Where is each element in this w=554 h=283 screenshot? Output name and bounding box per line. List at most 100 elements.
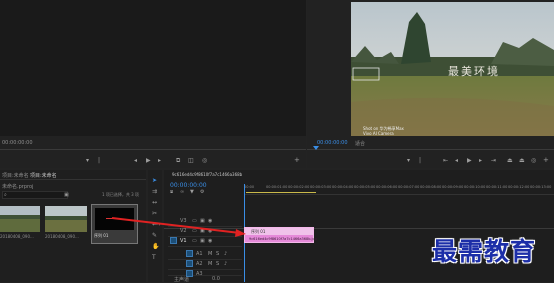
master-track: 主声道 0.0 <box>168 275 242 283</box>
linked-selection-icon[interactable]: ∞ <box>180 189 184 195</box>
mute-icon[interactable]: M <box>208 261 212 267</box>
mark-in-icon[interactable]: ▾ <box>86 158 89 164</box>
sequence-thumbnail[interactable]: 序列 01 <box>91 204 138 244</box>
ruler-tick: 00:00:01:00 <box>266 185 288 189</box>
lock-icon[interactable]: ▭ <box>192 228 197 234</box>
time-ruler[interactable]: 00:00 00:00:01:00 00:00:02:00 00:00:03:0… <box>244 184 554 195</box>
step-back-icon[interactable]: ◂ <box>455 158 458 164</box>
program-playhead[interactable] <box>313 146 319 150</box>
export-frame-icon[interactable]: ◎ <box>202 158 207 164</box>
play-icon[interactable]: ▶ <box>146 158 151 164</box>
timeline-clip[interactable]: 序列 01 9c616ed4c9f8610f7a7c1466a368b.jpg <box>244 227 317 243</box>
selection-tool-icon[interactable]: ➤ <box>152 178 157 184</box>
new-bin-icon[interactable]: ▣ <box>64 192 69 198</box>
add-button-icon[interactable]: + <box>543 157 549 164</box>
tools-panel: ➤ ⇉ ↔ ✂ ⟷ ✎ ✋ T <box>148 170 162 282</box>
track-label-a1: A1 <box>196 251 203 257</box>
ruler-tick: 00:00:05:00 <box>354 185 376 189</box>
project-panel: 项目:未命名 项目:未命名 未命名.prproj ⌕ 1 项已选择，共 3 项 … <box>0 170 146 282</box>
hand-tool-icon[interactable]: ✋ <box>152 244 159 250</box>
go-to-out-icon[interactable]: ⇥ <box>491 158 496 164</box>
brand-watermark: 最需教育 <box>432 237 537 266</box>
selection-info: 1 项已选择，共 3 项 <box>102 192 139 197</box>
eye-icon[interactable]: ◉ <box>208 228 212 234</box>
track-select-icon[interactable]: ⇉ <box>152 189 157 195</box>
program-monitor: 最美环境 Shot on 华为畅享Max Vivo AI Camera 00:0… <box>307 0 554 168</box>
clip-title-bar: 序列 01 <box>245 228 313 235</box>
wrench-icon[interactable]: ⚙ <box>200 189 204 195</box>
add-marker-icon[interactable]: ▼ <box>190 189 194 195</box>
ruler-tick: 00:00:02:00 <box>288 185 310 189</box>
solo-icon[interactable]: S <box>216 261 219 267</box>
lift-icon[interactable]: ⏏ <box>507 158 513 164</box>
clip-title: 序列 01 <box>251 229 266 234</box>
track-label-v2: V2 <box>180 228 187 234</box>
ruler-tick: 00:00:08:00 <box>420 185 442 189</box>
ruler-tick: 00:00:06:00 <box>376 185 398 189</box>
source-transport-controls: ▾ | ◂ ▶ ▸ ⧉ ◫ ◎ + <box>80 157 300 166</box>
ruler-tick: 00:00:12:00 <box>508 185 530 189</box>
ruler-tick: 00:00:13:00 <box>530 185 552 189</box>
pen-tool-icon[interactable]: ✎ <box>152 233 157 239</box>
sync-icon[interactable]: ▣ <box>200 238 205 244</box>
source-timeline-bar[interactable] <box>0 149 306 150</box>
export-frame-icon[interactable]: ◎ <box>531 158 536 164</box>
clip-name-3: 序列 01 <box>94 233 109 238</box>
ripple-edit-icon[interactable]: ↔ <box>152 200 157 206</box>
mark-out-icon[interactable]: | <box>419 158 421 164</box>
insert-icon[interactable]: ⧉ <box>176 158 180 164</box>
slip-tool-icon[interactable]: ⟷ <box>152 222 161 228</box>
track-target-a1[interactable] <box>186 250 193 257</box>
clip-thumbnail-2[interactable] <box>45 206 87 232</box>
overwrite-icon[interactable]: ◫ <box>188 158 194 164</box>
fit-dropdown[interactable]: 适合 <box>355 140 365 147</box>
project-search-input[interactable]: ⌕ <box>2 191 68 199</box>
track-target-a2[interactable] <box>186 260 193 267</box>
mark-out-icon[interactable]: | <box>98 158 100 164</box>
lock-icon[interactable]: ▭ <box>192 218 197 224</box>
razor-tool-icon[interactable]: ✂ <box>152 211 157 217</box>
mic-icon[interactable]: ♪ <box>224 251 227 257</box>
source-patch-v1[interactable] <box>170 237 177 244</box>
extract-icon[interactable]: ⏏ <box>519 158 525 164</box>
video-track-v1: V1 ▭ ▣ ◉ <box>168 236 242 247</box>
ruler-tick: 00:00:10:00 <box>464 185 486 189</box>
step-forward-icon[interactable]: ▸ <box>479 158 482 164</box>
play-icon[interactable]: ▶ <box>467 158 472 164</box>
type-tool-icon[interactable]: T <box>152 255 156 261</box>
step-back-icon[interactable]: ◂ <box>134 158 137 164</box>
program-timecode: 00:00:00:00 <box>317 140 348 146</box>
track-label-a2: A2 <box>196 261 203 267</box>
timeline-timecode: 00:00:00:00 <box>170 182 207 189</box>
camera-watermark: Shot on 华为畅享Max Vivo AI Camera <box>363 126 404 136</box>
mic-icon[interactable]: ♪ <box>224 261 227 267</box>
source-monitor: 00:00:00:00 ▾ | ◂ ▶ ▸ ⧉ ◫ ◎ + <box>0 0 306 168</box>
source-monitor-viewer <box>0 0 306 136</box>
work-area-bar[interactable] <box>246 192 316 193</box>
step-forward-icon[interactable]: ▸ <box>158 158 161 164</box>
lock-icon[interactable]: ▭ <box>192 238 197 244</box>
mute-icon[interactable]: M <box>208 251 212 257</box>
sync-icon[interactable]: ▣ <box>200 228 205 234</box>
sequence-tab[interactable]: 9c616ed4c9f8610f7a7c1466a368b <box>172 172 242 177</box>
track-label-v1: V1 <box>180 238 187 244</box>
go-to-in-icon[interactable]: ⇤ <box>443 158 448 164</box>
eye-icon[interactable]: ◉ <box>208 238 212 244</box>
video-title-overlay: 最美环境 <box>448 65 500 78</box>
solo-icon[interactable]: S <box>216 251 219 257</box>
add-button-icon[interactable]: + <box>294 157 300 164</box>
sync-icon[interactable]: ▣ <box>200 218 205 224</box>
timeline-toolbar: ⧈ ∞ ▼ ⚙ <box>170 189 234 195</box>
program-timeline-bar[interactable] <box>307 149 554 150</box>
search-icon: ⌕ <box>4 192 7 198</box>
eye-icon[interactable]: ◉ <box>208 218 212 224</box>
tab-bin[interactable]: 项目:未命名 <box>30 172 57 179</box>
clip-name-1: 20180408_090... <box>0 234 34 239</box>
snap-icon[interactable]: ⧈ <box>170 189 173 195</box>
clip-thumbnail-1[interactable] <box>0 206 40 232</box>
mark-in-icon[interactable]: ▾ <box>407 158 410 164</box>
ruler-tick: 00:00:09:00 <box>442 185 464 189</box>
tab-project[interactable]: 项目:未命名 <box>2 172 29 179</box>
track-label-v3: V3 <box>180 218 187 224</box>
clip-name-2: 20180408_090... <box>45 234 79 239</box>
